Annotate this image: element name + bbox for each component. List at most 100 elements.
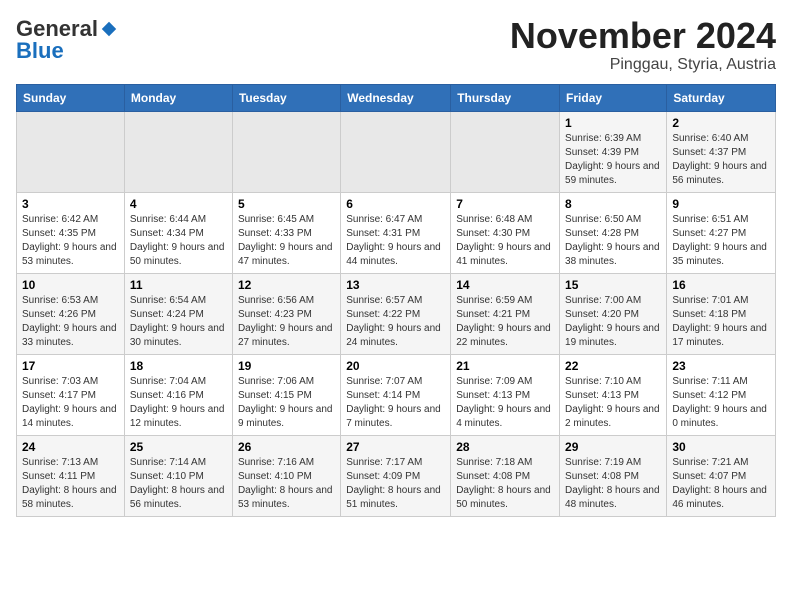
day-info: Sunrise: 7:00 AMSunset: 4:20 PMDaylight:… (565, 294, 661, 350)
day-info: Sunrise: 7:07 AMSunset: 4:14 PMDaylight:… (346, 375, 445, 431)
page-header: General Blue November 2024 Pinggau, Styr… (16, 16, 776, 74)
day-info: Sunrise: 6:51 AMSunset: 4:27 PMDaylight:… (672, 213, 770, 269)
weekday-header: Tuesday (232, 84, 340, 111)
calendar-cell: 20 Sunrise: 7:07 AMSunset: 4:14 PMDayligh… (341, 354, 451, 435)
day-info: Sunrise: 7:09 AMSunset: 4:13 PMDaylight:… (456, 375, 554, 431)
day-number: 21 (456, 359, 554, 373)
day-number: 26 (238, 440, 335, 454)
logo-icon (100, 20, 118, 38)
day-number: 20 (346, 359, 445, 373)
day-number: 25 (130, 440, 227, 454)
day-number: 19 (238, 359, 335, 373)
day-number: 12 (238, 278, 335, 292)
day-number: 14 (456, 278, 554, 292)
day-number: 30 (672, 440, 770, 454)
day-info: Sunrise: 7:14 AMSunset: 4:10 PMDaylight:… (130, 456, 227, 512)
calendar-cell: 3 Sunrise: 6:42 AMSunset: 4:35 PMDaylight… (17, 192, 125, 273)
day-info: Sunrise: 6:47 AMSunset: 4:31 PMDaylight:… (346, 213, 445, 269)
calendar-cell: 6 Sunrise: 6:47 AMSunset: 4:31 PMDaylight… (341, 192, 451, 273)
weekday-header-row: SundayMondayTuesdayWednesdayThursdayFrid… (17, 84, 776, 111)
calendar-cell: 10Sunrise: 6:53 AMSunset: 4:26 PMDayligh… (17, 273, 125, 354)
day-number: 17 (22, 359, 119, 373)
day-info: Sunrise: 6:56 AMSunset: 4:23 PMDaylight:… (238, 294, 335, 350)
day-number: 11 (130, 278, 227, 292)
calendar-cell: 28 Sunrise: 7:18 AMSunset: 4:08 PMDayligh… (451, 435, 560, 516)
calendar-cell (232, 111, 340, 192)
calendar-cell: 8Sunrise: 6:50 AMSunset: 4:28 PMDaylight… (560, 192, 667, 273)
weekday-header: Wednesday (341, 84, 451, 111)
month-title: November 2024 (510, 16, 776, 56)
day-info: Sunrise: 7:18 AMSunset: 4:08 PMDaylight:… (456, 456, 554, 512)
day-number: 7 (456, 197, 554, 211)
day-number: 22 (565, 359, 661, 373)
day-number: 13 (346, 278, 445, 292)
calendar-cell: 17 Sunrise: 7:03 AMSunset: 4:17 PMDayligh… (17, 354, 125, 435)
day-number: 6 (346, 197, 445, 211)
calendar-cell: 23 Sunrise: 7:11 AMSunset: 4:12 PMDayligh… (667, 354, 776, 435)
day-info: Sunrise: 7:21 AMSunset: 4:07 PMDaylight:… (672, 456, 770, 512)
day-info: Sunrise: 6:45 AMSunset: 4:33 PMDaylight:… (238, 213, 335, 269)
day-info: Sunrise: 7:01 AMSunset: 4:18 PMDaylight:… (672, 294, 770, 350)
calendar-cell: 29Sunrise: 7:19 AMSunset: 4:08 PMDayligh… (560, 435, 667, 516)
calendar-cell: 16Sunrise: 7:01 AMSunset: 4:18 PMDayligh… (667, 273, 776, 354)
day-number: 28 (456, 440, 554, 454)
calendar-cell: 4Sunrise: 6:44 AMSunset: 4:34 PMDaylight… (124, 192, 232, 273)
calendar-cell: 27 Sunrise: 7:17 AMSunset: 4:09 PMDayligh… (341, 435, 451, 516)
day-info: Sunrise: 7:04 AMSunset: 4:16 PMDaylight:… (130, 375, 227, 431)
day-info: Sunrise: 7:13 AMSunset: 4:11 PMDaylight:… (22, 456, 119, 512)
day-info: Sunrise: 6:42 AMSunset: 4:35 PMDaylight:… (22, 213, 119, 269)
calendar-cell (17, 111, 125, 192)
calendar-cell: 30 Sunrise: 7:21 AMSunset: 4:07 PMDayligh… (667, 435, 776, 516)
calendar-week-row: 1Sunrise: 6:39 AMSunset: 4:39 PMDaylight… (17, 111, 776, 192)
calendar-cell: 12 Sunrise: 6:56 AMSunset: 4:23 PMDayligh… (232, 273, 340, 354)
day-number: 24 (22, 440, 119, 454)
calendar-cell: 2Sunrise: 6:40 AMSunset: 4:37 PMDaylight… (667, 111, 776, 192)
day-number: 2 (672, 116, 770, 130)
calendar-cell: 7Sunrise: 6:48 AMSunset: 4:30 PMDaylight… (451, 192, 560, 273)
calendar-cell: 18 Sunrise: 7:04 AMSunset: 4:16 PMDayligh… (124, 354, 232, 435)
day-info: Sunrise: 6:59 AMSunset: 4:21 PMDaylight:… (456, 294, 554, 350)
day-info: Sunrise: 6:54 AMSunset: 4:24 PMDaylight:… (130, 294, 227, 350)
calendar-cell: 21 Sunrise: 7:09 AMSunset: 4:13 PMDayligh… (451, 354, 560, 435)
calendar-cell: 24 Sunrise: 7:13 AMSunset: 4:11 PMDayligh… (17, 435, 125, 516)
day-number: 23 (672, 359, 770, 373)
calendar-cell: 11 Sunrise: 6:54 AMSunset: 4:24 PMDayligh… (124, 273, 232, 354)
weekday-header: Saturday (667, 84, 776, 111)
calendar-cell: 19 Sunrise: 7:06 AMSunset: 4:15 PMDayligh… (232, 354, 340, 435)
calendar-cell (341, 111, 451, 192)
day-info: Sunrise: 7:10 AMSunset: 4:13 PMDaylight:… (565, 375, 661, 431)
day-info: Sunrise: 7:17 AMSunset: 4:09 PMDaylight:… (346, 456, 445, 512)
weekday-header: Friday (560, 84, 667, 111)
calendar-cell (124, 111, 232, 192)
calendar-cell: 25 Sunrise: 7:14 AMSunset: 4:10 PMDayligh… (124, 435, 232, 516)
calendar-week-row: 10Sunrise: 6:53 AMSunset: 4:26 PMDayligh… (17, 273, 776, 354)
day-info: Sunrise: 6:39 AMSunset: 4:39 PMDaylight:… (565, 132, 661, 188)
weekday-header: Monday (124, 84, 232, 111)
calendar-cell: 26Sunrise: 7:16 AMSunset: 4:10 PMDayligh… (232, 435, 340, 516)
logo: General Blue (16, 16, 118, 64)
location: Pinggau, Styria, Austria (510, 56, 776, 74)
calendar-cell (451, 111, 560, 192)
calendar-cell: 9 Sunrise: 6:51 AMSunset: 4:27 PMDaylight… (667, 192, 776, 273)
calendar-cell: 1Sunrise: 6:39 AMSunset: 4:39 PMDaylight… (560, 111, 667, 192)
day-number: 3 (22, 197, 119, 211)
logo-blue: Blue (16, 38, 64, 64)
day-number: 27 (346, 440, 445, 454)
day-info: Sunrise: 7:06 AMSunset: 4:15 PMDaylight:… (238, 375, 335, 431)
day-info: Sunrise: 6:53 AMSunset: 4:26 PMDaylight:… (22, 294, 119, 350)
day-number: 9 (672, 197, 770, 211)
weekday-header: Thursday (451, 84, 560, 111)
calendar-cell: 13 Sunrise: 6:57 AMSunset: 4:22 PMDayligh… (341, 273, 451, 354)
weekday-header: Sunday (17, 84, 125, 111)
day-info: Sunrise: 7:11 AMSunset: 4:12 PMDaylight:… (672, 375, 770, 431)
day-info: Sunrise: 7:03 AMSunset: 4:17 PMDaylight:… (22, 375, 119, 431)
day-info: Sunrise: 7:19 AMSunset: 4:08 PMDaylight:… (565, 456, 661, 512)
calendar-cell: 15 Sunrise: 7:00 AMSunset: 4:20 PMDayligh… (560, 273, 667, 354)
calendar-week-row: 17 Sunrise: 7:03 AMSunset: 4:17 PMDayligh… (17, 354, 776, 435)
calendar-week-row: 24 Sunrise: 7:13 AMSunset: 4:11 PMDayligh… (17, 435, 776, 516)
title-block: November 2024 Pinggau, Styria, Austria (510, 16, 776, 74)
day-number: 18 (130, 359, 227, 373)
day-info: Sunrise: 6:57 AMSunset: 4:22 PMDaylight:… (346, 294, 445, 350)
day-number: 15 (565, 278, 661, 292)
day-info: Sunrise: 6:44 AMSunset: 4:34 PMDaylight:… (130, 213, 227, 269)
